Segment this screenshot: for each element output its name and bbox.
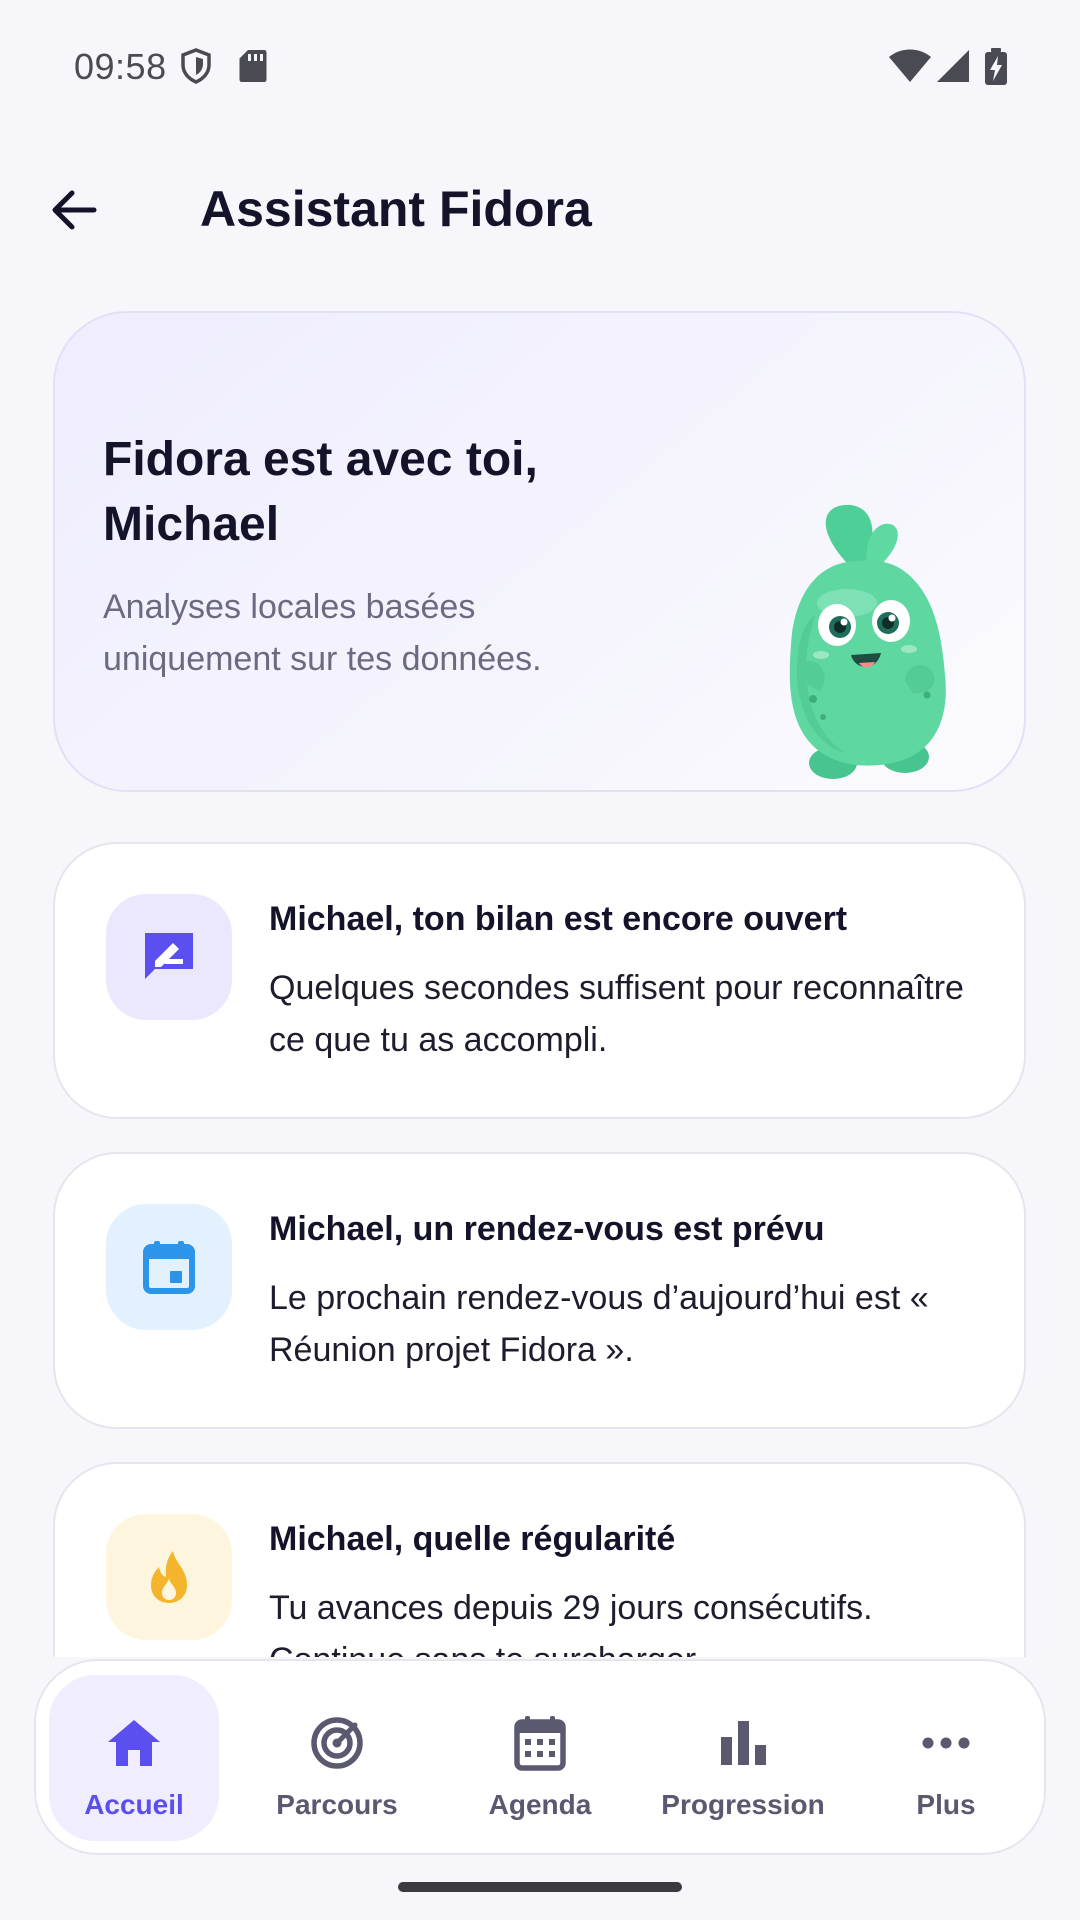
nav-icon-wrap bbox=[49, 1713, 219, 1773]
insight-card-bilan[interactable]: Michael, ton bilan est encore ouvert Que… bbox=[53, 842, 1026, 1119]
status-bar: 09:58 bbox=[0, 0, 1080, 130]
hero-card: Fidora est avec toi, Michael Analyses lo… bbox=[53, 311, 1026, 792]
app-screen: 09:58 Assistant Fidora Fidora est avec t… bbox=[0, 0, 1080, 1920]
page-title: Assistant Fidora bbox=[200, 181, 592, 237]
calendar-grid-icon bbox=[514, 1716, 566, 1771]
nav-label: Accueil bbox=[84, 1789, 184, 1820]
nav-item-progression[interactable]: Progression bbox=[658, 1675, 828, 1841]
nav-label: Agenda bbox=[488, 1789, 592, 1820]
wifi-icon bbox=[888, 48, 932, 89]
hero-title: Fidora est avec toi, Michael bbox=[103, 433, 538, 551]
nav-label: Progression bbox=[661, 1789, 825, 1820]
flame-icon bbox=[151, 1551, 187, 1603]
more-dots-icon bbox=[922, 1737, 970, 1749]
nav-icon-wrap bbox=[861, 1713, 1031, 1773]
nav-label: Plus bbox=[916, 1789, 976, 1820]
nav-item-plus[interactable]: Plus bbox=[861, 1675, 1031, 1841]
card-title: Michael, quelle régularité bbox=[269, 1520, 676, 1558]
card-title: Michael, un rendez-vous est prévu bbox=[269, 1210, 825, 1248]
nav-icon-wrap bbox=[658, 1713, 828, 1773]
nav-icon-wrap bbox=[252, 1713, 422, 1773]
back-button[interactable] bbox=[38, 174, 110, 246]
sd-card-icon bbox=[238, 48, 268, 89]
signal-icon bbox=[936, 48, 972, 89]
card-text: Quelques secondes suffisent pour reconna… bbox=[269, 969, 964, 1059]
shield-icon bbox=[180, 48, 212, 89]
target-icon bbox=[311, 1717, 363, 1769]
bottom-navigation: Accueil Parcours Agenda Progression Plus bbox=[34, 1659, 1046, 1855]
status-time: 09:58 bbox=[74, 46, 167, 87]
edit-message-icon bbox=[145, 933, 193, 979]
arrow-left-icon bbox=[52, 190, 97, 230]
nav-item-agenda[interactable]: Agenda bbox=[455, 1675, 625, 1841]
calendar-icon bbox=[143, 1241, 195, 1294]
card-icon-box bbox=[106, 1514, 232, 1640]
card-icon-box bbox=[106, 894, 232, 1020]
home-icon bbox=[108, 1720, 160, 1766]
nav-item-accueil[interactable]: Accueil bbox=[49, 1675, 219, 1841]
home-indicator[interactable] bbox=[398, 1882, 682, 1892]
card-title: Michael, ton bilan est encore ouvert bbox=[269, 900, 848, 938]
hero-subtitle: Analyses locales basées uniquement sur t… bbox=[103, 588, 542, 678]
app-header: Assistant Fidora bbox=[0, 150, 1080, 272]
nav-label: Parcours bbox=[276, 1789, 398, 1820]
card-icon-box bbox=[106, 1204, 232, 1330]
nav-icon-wrap bbox=[455, 1713, 625, 1773]
mascot-illustration bbox=[789, 504, 946, 779]
insight-card-rendez-vous[interactable]: Michael, un rendez-vous est prévu Le pro… bbox=[53, 1152, 1026, 1429]
nav-item-parcours[interactable]: Parcours bbox=[252, 1675, 422, 1841]
battery-charging-icon bbox=[984, 48, 1008, 91]
bar-chart-icon bbox=[721, 1721, 766, 1765]
card-text: Le prochain rendez-vous d’aujourd’hui es… bbox=[269, 1279, 929, 1369]
